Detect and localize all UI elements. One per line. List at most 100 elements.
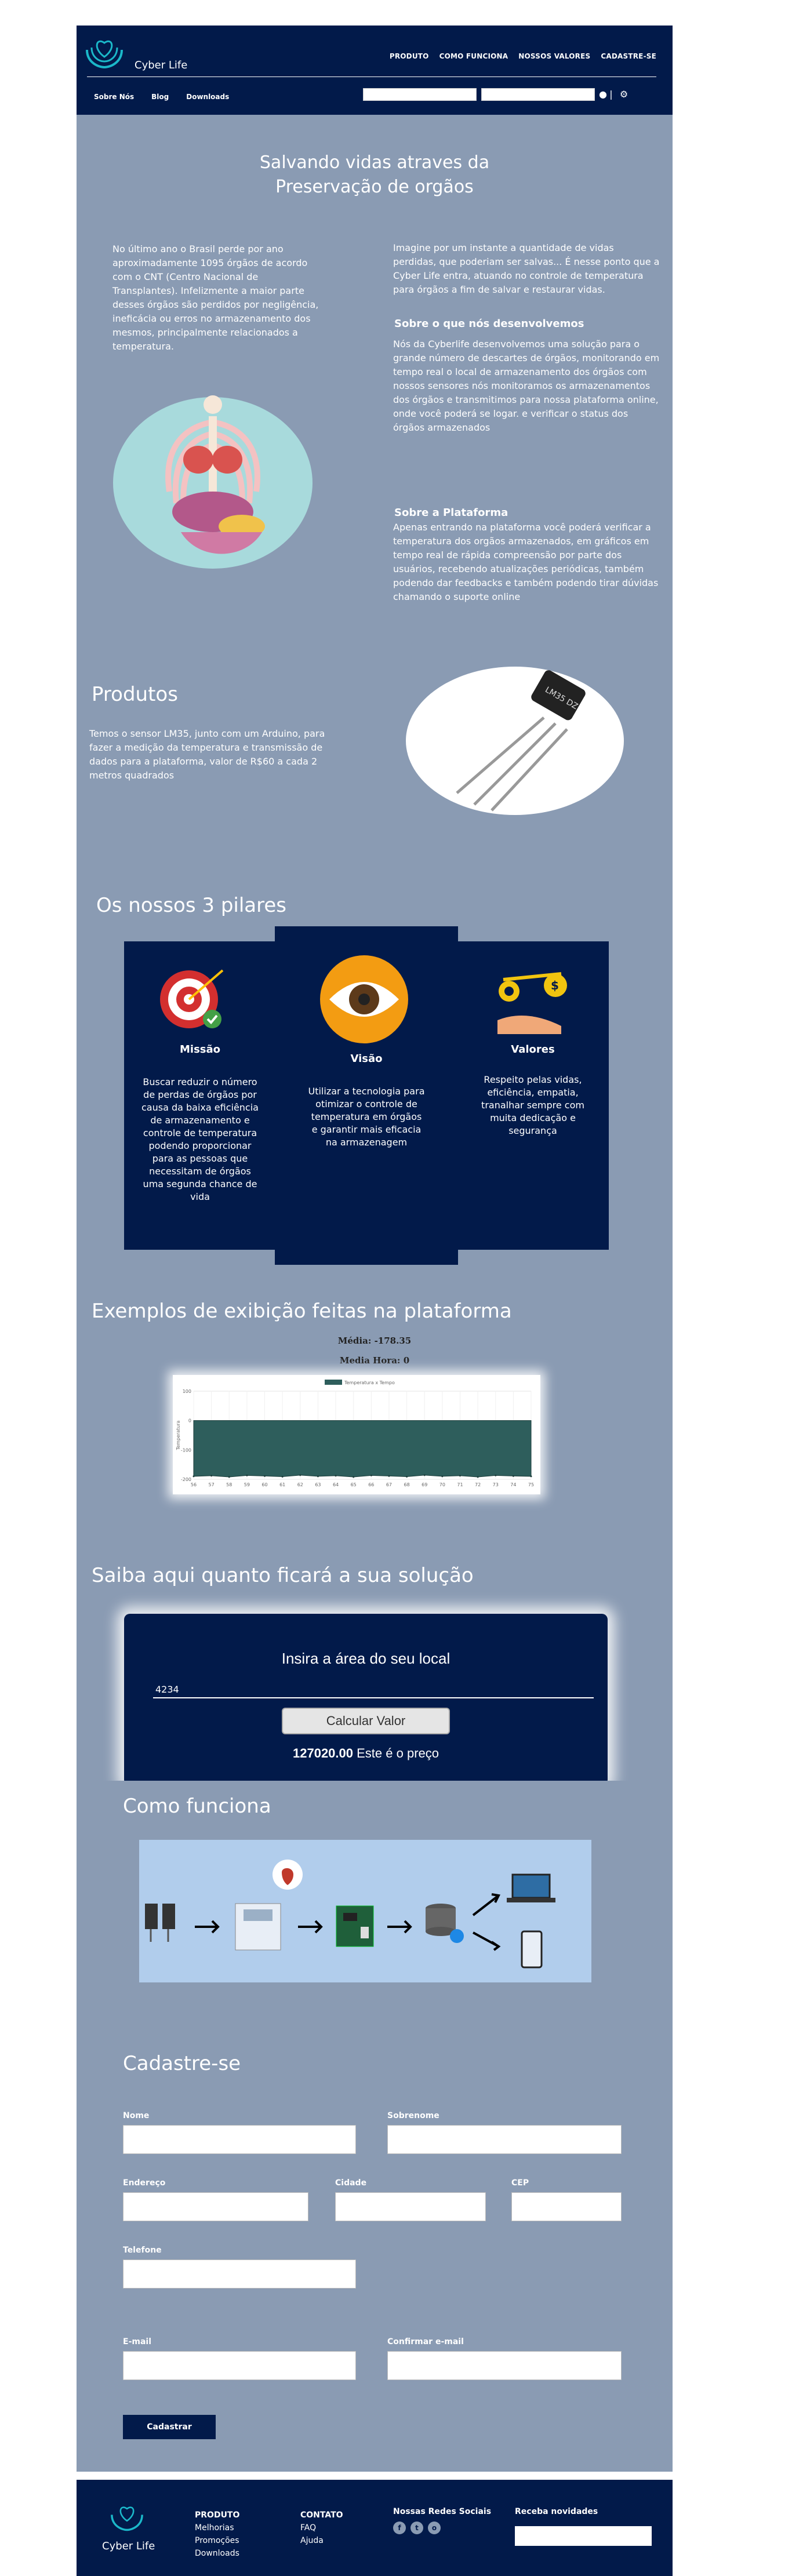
temperature-chart: 100 0 -100 -200 56 57 58 59 60 61 62 63 64 65 66 67 68 69… (173, 1375, 540, 1494)
cadastrar-button[interactable]: Cadastrar (123, 2415, 216, 2439)
x-tick-label: 70 (439, 1482, 445, 1487)
cidade-field[interactable] (335, 2192, 486, 2221)
footer-logo-icon (111, 2506, 143, 2531)
footer-produto-heading: PRODUTO (195, 2510, 240, 2520)
footer-link-promocoes[interactable]: Promoções (195, 2534, 239, 2547)
calcular-valor-button[interactable]: Calcular Valor (282, 1708, 450, 1734)
data-point (459, 1475, 461, 1477)
como-funciona-title: Como funciona (123, 1795, 271, 1818)
card-valores-title: Valores (511, 1043, 555, 1056)
card-missao-text: Buscar reduzir o número de perdas de órg… (141, 1076, 259, 1202)
footer-contato: CONTATO FAQ Ajuda (300, 2509, 343, 2547)
subnav-downloads[interactable]: Downloads (186, 93, 229, 101)
cep-field[interactable] (511, 2192, 622, 2221)
data-point (530, 1475, 532, 1478)
social-icons: fto (393, 2522, 491, 2534)
card-visao: Visão Utilizar a tecnologia para otimiza… (275, 926, 458, 1265)
footer-link-downloads[interactable]: Downloads (195, 2547, 239, 2560)
target-icon (160, 969, 224, 1028)
footer-link-faq[interactable]: FAQ (300, 2522, 343, 2534)
footer-link-melhorias[interactable]: Melhorias (195, 2522, 239, 2534)
label-email: E-mail (123, 2337, 152, 2346)
footer-contato-heading: CONTATO (300, 2510, 343, 2520)
calculadora-title: Saiba aqui quanto ficará a sua solução (92, 1564, 474, 1587)
y-tick-label: 100 (183, 1389, 191, 1394)
footer-link-ajuda[interactable]: Ajuda (300, 2534, 343, 2547)
data-point (299, 1474, 301, 1476)
nome-field[interactable] (123, 2125, 356, 2154)
instagram-icon[interactable]: o (428, 2522, 441, 2534)
label-telefone: Telefone (123, 2246, 162, 2255)
newsletter-input[interactable] (515, 2526, 652, 2546)
sub-nav: Sobre Nós Blog Downloads (94, 93, 229, 101)
calc-box: Insira a área do seu local 4234 Calcular… (124, 1614, 608, 1785)
login-password-field[interactable] (481, 88, 595, 101)
telefone-field[interactable] (123, 2260, 356, 2288)
x-tick-label: 60 (261, 1482, 267, 1487)
intro-title: Salvando vidas atraves da Preservação de… (259, 152, 490, 197)
laptop-icon (507, 1873, 555, 1902)
logo-icon (86, 41, 123, 69)
sobrenome-field[interactable] (387, 2125, 622, 2154)
label-endereco: Endereço (123, 2178, 166, 2188)
data-point (477, 1476, 479, 1478)
series-area (193, 1420, 532, 1478)
email-field[interactable] (123, 2351, 356, 2380)
data-point (406, 1475, 408, 1478)
data-point (228, 1476, 230, 1478)
nav-cadastre-se[interactable]: CADASTRE-SE (601, 52, 656, 60)
confirmar-email-field[interactable] (387, 2351, 622, 2380)
data-point (192, 1475, 195, 1478)
x-tick-label: 73 (493, 1482, 499, 1487)
subnav-sobre-nos[interactable]: Sobre Nós (94, 93, 134, 101)
footer-newsletter-heading: Receba novidades (515, 2507, 598, 2516)
data-point (512, 1475, 514, 1477)
footer-brand[interactable]: Cyber Life (102, 2540, 155, 2552)
endereco-field[interactable] (123, 2192, 308, 2221)
result-value: 127020.00 (293, 1746, 353, 1760)
brand-name[interactable]: Cyber Life (135, 59, 187, 71)
x-tick-label: 68 (404, 1482, 409, 1487)
x-tick-label: 57 (209, 1482, 215, 1487)
pilares-title: Os nossos 3 pilares (96, 894, 286, 917)
data-point (335, 1475, 337, 1477)
x-tick-label: 67 (386, 1482, 392, 1487)
x-tick-label: 61 (279, 1482, 285, 1487)
user-icon[interactable]: ● (597, 88, 609, 101)
data-point (423, 1474, 426, 1476)
x-tick-label: 64 (333, 1482, 339, 1487)
calculadora-section: Saiba aqui quanto ficará a sua solução I… (77, 1557, 673, 1785)
y-tick-label: -100 (181, 1447, 191, 1453)
x-tick-label: 56 (191, 1482, 197, 1487)
scale-icon: $ (497, 972, 567, 1034)
x-tick-label: 65 (351, 1482, 357, 1487)
card-valores: $ Valores Respeito pelas vidas, eficiênc… (457, 941, 609, 1250)
calc-result: 127020.00 Este é o preço (124, 1746, 608, 1761)
gear-icon[interactable]: ⚙ (618, 88, 630, 101)
arduino-icon (336, 1905, 374, 1947)
label-confirmar-email: Confirmar e-mail (387, 2337, 464, 2346)
plat-text: Apenas entrando na plataforma você poder… (393, 522, 659, 602)
twitter-icon[interactable]: t (410, 2522, 423, 2534)
label-nome: Nome (123, 2111, 150, 2120)
area-input[interactable]: 4234 (153, 1681, 594, 1698)
y-tick-label: -200 (181, 1477, 191, 1482)
x-tick-label: 75 (528, 1482, 534, 1487)
nav-produto[interactable]: PRODUTO (390, 52, 429, 60)
footer-redes: Nossas Redes Sociais fto (393, 2505, 491, 2534)
nav-nossos-valores[interactable]: NOSSOS VALORES (518, 52, 590, 60)
chart-svg: 100 0 -100 -20056 57 58 59 60 61 62 63 64 65 66 67 68 69… (176, 1380, 534, 1487)
intro-section: Salvando vidas atraves da Preservação de… (77, 115, 673, 635)
card-valores-text: Respeito pelas vidas, eficiência, empati… (481, 1074, 584, 1136)
subnav-blog[interactable]: Blog (151, 93, 169, 101)
legend-label: Temperatura x Tempo (344, 1380, 395, 1385)
facebook-icon[interactable]: f (393, 2522, 406, 2534)
site-footer: Cyber Life PRODUTO Melhorias Promoções D… (77, 2480, 673, 2576)
data-point (281, 1475, 284, 1478)
x-tick-label: 72 (475, 1482, 481, 1487)
organs-illustration (113, 395, 313, 569)
footer-redes-heading: Nossas Redes Sociais (393, 2507, 492, 2516)
nav-como-funciona[interactable]: COMO FUNCIONA (439, 52, 508, 60)
login-user-field[interactable] (363, 88, 477, 101)
top-nav: PRODUTO COMO FUNCIONA NOSSOS VALORES CAD… (390, 52, 656, 60)
